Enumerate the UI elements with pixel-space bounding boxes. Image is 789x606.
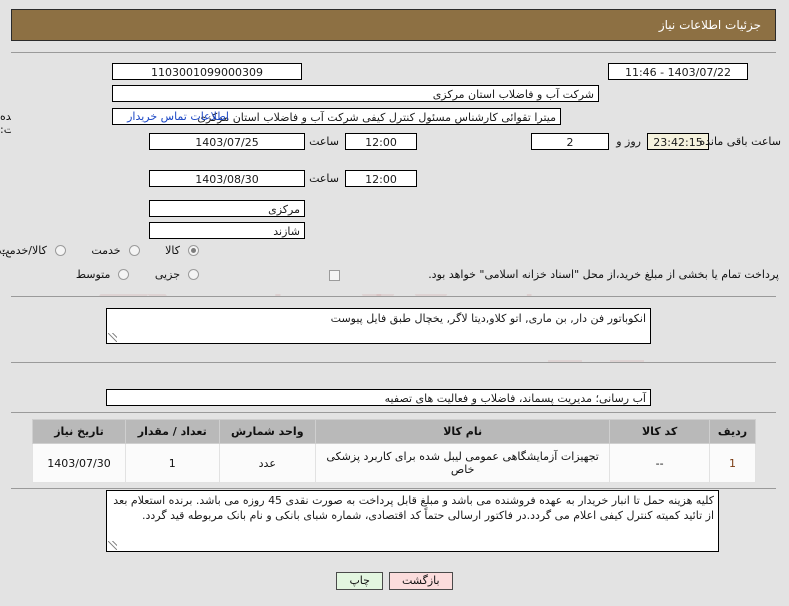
- province-value: مرکزی: [149, 200, 305, 217]
- radio-icon-service[interactable]: [128, 245, 140, 256]
- th-unit: واحد شمارش: [218, 419, 317, 444]
- page-header: جزئیات اطلاعات نیاز: [11, 9, 776, 41]
- radio-icon-goods[interactable]: [188, 245, 199, 256]
- buyer-contact-link[interactable]: اطلاعات تماس خریدار: [127, 108, 229, 125]
- radio-label-minor: جزیی: [154, 268, 180, 281]
- table-row: 1 -- تجهیزات آزمایشگاهی عمومی لیبل شده ب…: [32, 443, 757, 483]
- price-validity-time-value: 12:00: [345, 170, 417, 187]
- purchase-type-radio-group: جزیی متوسط: [54, 268, 199, 283]
- print-button[interactable]: چاپ: [336, 572, 383, 590]
- treasury-bonds-checkbox[interactable]: [329, 270, 340, 281]
- radio-option-goods[interactable]: کالا: [165, 244, 199, 257]
- remaining-days-text: روز و: [616, 135, 641, 148]
- goods-group-value[interactable]: آب رسانی؛ مدیریت پسماند، فاضلاب و فعالیت…: [106, 389, 651, 406]
- buyer-notes-textarea[interactable]: کلیه هزینه حمل تا انبار خریدار به عهده ف…: [106, 490, 719, 552]
- deadline-date-value: 1403/07/25: [149, 133, 305, 150]
- treasury-bonds-label: پرداخت تمام یا بخشی از مبلغ خرید،از محل …: [428, 268, 779, 281]
- general-description-textarea[interactable]: انکوباتور فن دار, بن ماری, اتو کلاو,دیتا…: [106, 308, 651, 344]
- page-title: جزئیات اطلاعات نیاز: [658, 18, 761, 32]
- cell-quantity: 1: [125, 443, 220, 483]
- radio-label-service: خدمت: [91, 244, 121, 257]
- th-goods-name: نام کالا: [315, 419, 611, 444]
- radio-option-minor[interactable]: جزیی: [155, 268, 199, 281]
- city-value: شازند: [149, 222, 305, 239]
- countdown-remaining-text: ساعت باقی مانده: [699, 135, 781, 148]
- cell-goods-code: --: [609, 443, 710, 483]
- price-validity-hour-label: ساعت: [309, 172, 339, 185]
- radio-icon-medium[interactable]: [118, 269, 130, 280]
- announce-date-value: 1403/07/22 - 11:46: [608, 63, 748, 80]
- th-row-number: ردیف: [708, 419, 757, 444]
- radio-icon-goods-service[interactable]: [54, 245, 66, 256]
- radio-option-service[interactable]: خدمت: [91, 244, 140, 257]
- goods-table: ردیف کد کالا نام کالا واحد شمارش تعداد /…: [32, 419, 757, 483]
- page-root: iTender.net جزئیات اطلاعات نیاز شماره نی…: [0, 0, 789, 606]
- cell-need-date: 1403/07/30: [32, 443, 126, 483]
- radio-icon-minor[interactable]: [188, 269, 199, 280]
- cell-goods-name: تجهیزات آزمایشگاهی عمومی لیبل شده برای ک…: [315, 443, 611, 483]
- need-number-value: 1103001099000309: [112, 63, 302, 80]
- th-quantity: تعداد / مقدار: [125, 419, 220, 444]
- radio-label-goods: کالا: [165, 244, 180, 257]
- deadline-time-value: 12:00: [345, 133, 417, 150]
- buyer-org-value: شرکت آب و فاضلاب استان مرکزی: [112, 85, 599, 102]
- radio-label-medium: متوسط: [75, 268, 111, 281]
- price-validity-date-value: 1403/08/30: [149, 170, 305, 187]
- classification-radio-group: کالا خدمت کالا/خدمت: [0, 244, 199, 259]
- deadline-hour-label: ساعت: [309, 135, 339, 148]
- th-goods-code: کد کالا: [609, 419, 710, 444]
- radio-option-goods-service[interactable]: کالا/خدمت: [0, 244, 66, 257]
- action-buttons: بازگشت چاپ: [0, 572, 789, 590]
- th-need-date: تاریخ نیاز: [32, 419, 126, 444]
- cell-row-number: 1: [708, 443, 757, 483]
- back-button[interactable]: بازگشت: [388, 572, 453, 590]
- radio-option-medium[interactable]: متوسط: [76, 268, 130, 281]
- cell-unit: عدد: [218, 443, 317, 483]
- radio-label-goods-service: کالا/خدمت: [0, 244, 47, 257]
- remaining-days-value: 2: [531, 133, 609, 150]
- table-header-row: ردیف کد کالا نام کالا واحد شمارش تعداد /…: [32, 419, 757, 444]
